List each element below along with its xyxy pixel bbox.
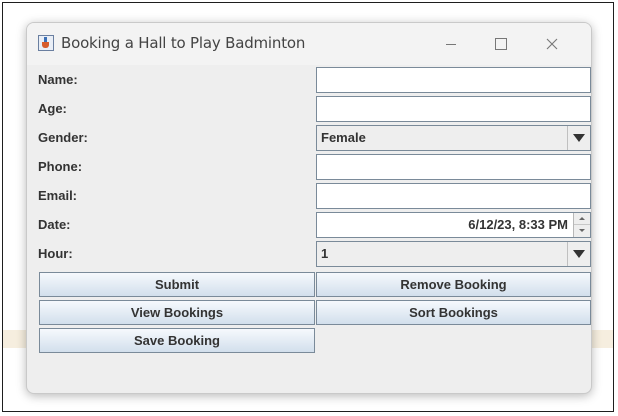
name-field[interactable] <box>316 67 591 93</box>
submit-button[interactable]: Submit <box>39 272 315 297</box>
date-row: Date: 6/12/23, 8:33 PM <box>38 210 591 239</box>
title-bar[interactable]: Booking a Hall to Play Badminton <box>27 23 591 65</box>
java-cup-icon <box>38 35 54 51</box>
age-field[interactable] <box>316 96 591 122</box>
maximize-icon <box>495 38 507 50</box>
chevron-down-icon[interactable] <box>567 242 590 266</box>
date-label: Date: <box>38 217 71 232</box>
remove-booking-button[interactable]: Remove Booking <box>316 272 591 297</box>
phone-row: Phone: <box>38 152 591 181</box>
sort-bookings-button[interactable]: Sort Bookings <box>316 300 591 325</box>
phone-label: Phone: <box>38 159 83 174</box>
hour-dropdown[interactable]: 1 <box>316 241 591 267</box>
name-label: Name: <box>38 72 78 87</box>
gender-dropdown[interactable]: Female <box>316 125 591 151</box>
close-button[interactable] <box>532 29 572 59</box>
email-row: Email: <box>38 181 591 210</box>
gender-selected-value: Female <box>321 130 366 145</box>
date-spinner[interactable]: 6/12/23, 8:33 PM <box>316 212 591 238</box>
age-label: Age: <box>38 101 67 116</box>
email-label: Email: <box>38 188 78 203</box>
gender-row: Gender: Female <box>38 123 591 152</box>
age-row: Age: <box>38 94 591 123</box>
chevron-down-icon[interactable] <box>567 126 590 150</box>
gender-label: Gender: <box>38 130 88 145</box>
spinner-up-icon[interactable] <box>574 213 590 225</box>
name-row: Name: <box>38 65 591 94</box>
hour-label: Hour: <box>38 246 73 261</box>
date-value: 6/12/23, 8:33 PM <box>468 217 568 232</box>
email-field[interactable] <box>316 183 591 209</box>
window-title: Booking a Hall to Play Badminton <box>61 34 306 52</box>
hour-row: Hour: 1 <box>38 239 591 268</box>
spinner-buttons <box>573 213 590 237</box>
minimize-icon <box>446 44 456 45</box>
minimize-button[interactable] <box>431 29 471 59</box>
phone-field[interactable] <box>316 154 591 180</box>
booking-window: Booking a Hall to Play Badminton Name: A… <box>26 22 592 394</box>
hour-selected-value: 1 <box>321 246 329 261</box>
view-bookings-button[interactable]: View Bookings <box>39 300 315 325</box>
close-icon <box>546 38 558 50</box>
maximize-button[interactable] <box>481 29 521 59</box>
spinner-down-icon[interactable] <box>574 225 590 237</box>
save-booking-button[interactable]: Save Booking <box>39 328 315 353</box>
